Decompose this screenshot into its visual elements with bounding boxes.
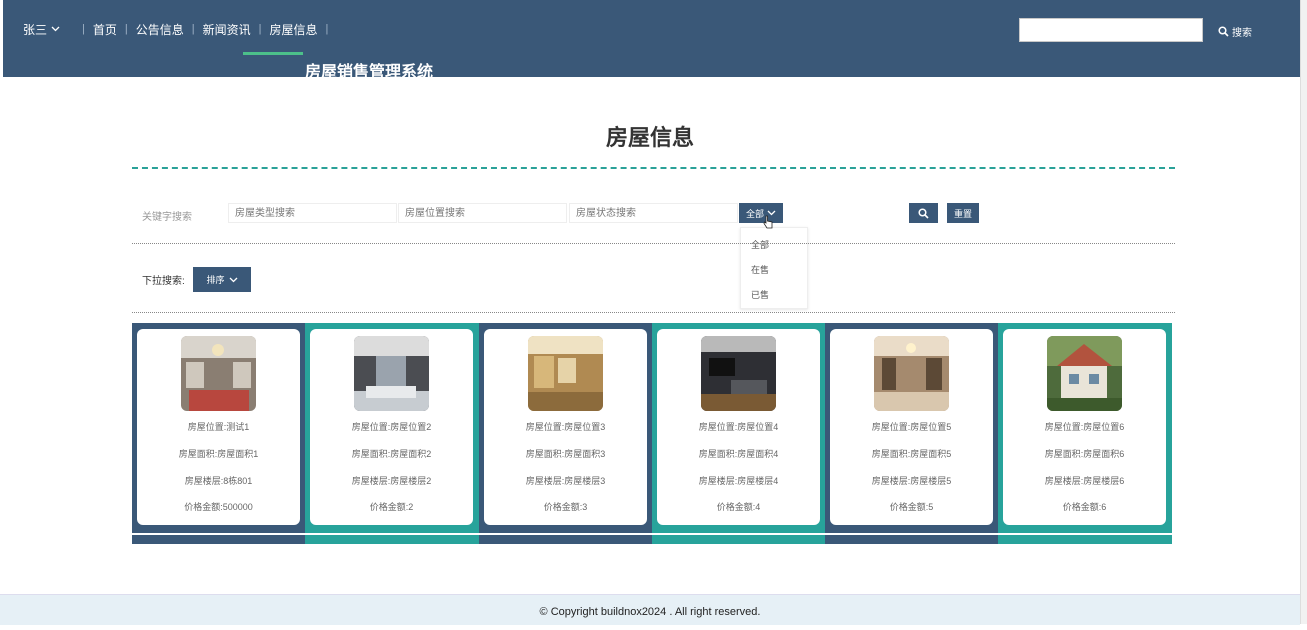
status-option-all[interactable]: 全部 xyxy=(751,238,769,251)
scrollbar[interactable] xyxy=(1300,0,1307,624)
house-price: 价格金额:6 xyxy=(1062,502,1107,512)
search-icon xyxy=(918,207,929,219)
nav-separator: | xyxy=(191,23,195,35)
house-card-body: 房屋位置:房屋位置4 房屋面积:房屋面积4 房屋楼层:房屋楼层4 价格金额:4 xyxy=(657,329,820,525)
house-grid-row-2 xyxy=(132,535,1172,544)
house-card[interactable]: 房屋位置:测试1 房屋面积:房屋面积1 房屋楼层:8栋801 价格金额:5000… xyxy=(132,323,306,533)
house-photo[interactable] xyxy=(874,336,949,411)
status-dropdown-menu: 全部 在售 已售 xyxy=(740,227,808,309)
house-card[interactable]: 房屋位置:房屋位置3 房屋面积:房屋面积3 房屋楼层:房屋楼层3 价格金额:3 xyxy=(479,323,653,533)
house-card[interactable]: 房屋位置:房屋位置5 房屋面积:房屋面积5 房屋楼层:房屋楼层5 价格金额:5 xyxy=(825,323,999,533)
house-location: 房屋位置:房屋位置5 xyxy=(871,422,952,432)
search-button[interactable] xyxy=(909,203,938,223)
status-select[interactable]: 全部 xyxy=(739,203,783,223)
page-title: 房屋信息 xyxy=(605,125,694,150)
sort-button-label: 排序 xyxy=(206,275,225,285)
keyword-search-label: 关键字搜索 xyxy=(142,212,192,223)
house-photo[interactable] xyxy=(701,336,776,411)
house-location: 房屋位置:房屋位置4 xyxy=(698,422,779,432)
user-menu[interactable]: 张三 xyxy=(23,21,60,38)
reset-button[interactable]: 重置 xyxy=(947,203,979,223)
house-card-body: 房屋位置:房屋位置3 房屋面积:房屋面积3 房屋楼层:房屋楼层3 价格金额:3 xyxy=(484,329,647,525)
nav-item-home[interactable]: 首页 xyxy=(93,21,117,38)
house-floor: 房屋楼层:房屋楼层5 xyxy=(871,476,952,486)
type-search-input[interactable]: 房屋类型搜索 xyxy=(228,203,397,223)
house-card-body: 房屋位置:测试1 房屋面积:房屋面积1 房屋楼层:8栋801 价格金额:5000… xyxy=(137,329,300,525)
house-card-body: 房屋位置:房屋位置5 房屋面积:房屋面积5 房屋楼层:房屋楼层5 价格金额:5 xyxy=(830,329,993,525)
house-area: 房屋面积:房屋面积6 xyxy=(1044,449,1125,459)
house-area: 房屋面积:房屋面积3 xyxy=(525,449,606,459)
nav-separator: | xyxy=(258,23,262,35)
nav-item-houses[interactable]: 房屋信息 xyxy=(270,21,318,38)
user-name: 张三 xyxy=(23,22,48,37)
house-floor: 房屋楼层:房屋楼层4 xyxy=(698,476,779,486)
house-area: 房屋面积:房屋面积1 xyxy=(178,449,259,459)
copyright-text: © Copyright buildnox2024 . All right res… xyxy=(539,606,761,618)
sort-button[interactable]: 排序 xyxy=(193,267,251,292)
divider xyxy=(132,243,1175,244)
house-photo[interactable] xyxy=(1047,336,1122,411)
status-option-sold[interactable]: 已售 xyxy=(751,288,769,301)
location-search-input[interactable]: 房屋位置搜索 xyxy=(398,203,567,223)
nav-active-indicator xyxy=(243,52,303,55)
site-brand: 房屋销售管理系统 xyxy=(305,64,434,81)
house-price: 价格金额:3 xyxy=(543,502,588,512)
hand-cursor-icon xyxy=(763,215,773,229)
nav-item-notices[interactable]: 公告信息 xyxy=(136,21,184,38)
house-location: 房屋位置:测试1 xyxy=(187,422,250,432)
house-location: 房屋位置:房屋位置6 xyxy=(1044,422,1125,432)
chevron-down-icon xyxy=(229,277,237,282)
house-photo[interactable] xyxy=(528,336,603,411)
nav-separator: | xyxy=(124,23,128,35)
house-card-body: 房屋位置:房屋位置6 房屋面积:房屋面积6 房屋楼层:房屋楼层6 价格金额:6 xyxy=(1003,329,1166,525)
site-search-input[interactable] xyxy=(1019,18,1203,42)
house-location: 房屋位置:房屋位置2 xyxy=(351,422,432,432)
status-search-input[interactable]: 房屋状态搜索 xyxy=(569,203,738,223)
house-card-partial[interactable] xyxy=(825,535,999,544)
house-floor: 房屋楼层:房屋楼层6 xyxy=(1044,476,1125,486)
house-price: 价格金额:2 xyxy=(369,502,414,512)
status-option-on-sale[interactable]: 在售 xyxy=(751,263,769,276)
main-nav: 张三 | 首页 | 公告信息 | 新闻资讯 | 房屋信息 | xyxy=(23,20,336,38)
house-card-partial[interactable] xyxy=(132,535,306,544)
site-search-button[interactable]: 搜索 xyxy=(1218,24,1252,39)
house-card[interactable]: 房屋位置:房屋位置6 房屋面积:房屋面积6 房屋楼层:房屋楼层6 价格金额:6 xyxy=(998,323,1172,533)
house-price: 价格金额:500000 xyxy=(184,502,253,512)
nav-item-news[interactable]: 新闻资讯 xyxy=(203,21,251,38)
search-icon xyxy=(1218,26,1229,37)
status-select-value: 全部 xyxy=(745,208,764,219)
footer: © Copyright buildnox2024 . All right res… xyxy=(0,594,1300,625)
house-floor: 房屋楼层:房屋楼层3 xyxy=(525,476,606,486)
house-grid: 房屋位置:测试1 房屋面积:房屋面积1 房屋楼层:8栋801 价格金额:5000… xyxy=(132,323,1172,544)
house-card-partial[interactable] xyxy=(998,535,1172,544)
divider xyxy=(132,312,1175,313)
house-price: 价格金额:5 xyxy=(889,502,934,512)
house-price: 价格金额:4 xyxy=(716,502,761,512)
house-photo[interactable] xyxy=(354,336,429,411)
house-card-partial[interactable] xyxy=(652,535,826,544)
nav-separator: | xyxy=(325,23,329,35)
house-card-partial[interactable] xyxy=(479,535,653,544)
house-floor: 房屋楼层:房屋楼层2 xyxy=(351,476,432,486)
top-navbar: 张三 | 首页 | 公告信息 | 新闻资讯 | 房屋信息 | 房屋销售管理系统 … xyxy=(3,0,1307,81)
house-location: 房屋位置:房屋位置3 xyxy=(525,422,606,432)
house-card[interactable]: 房屋位置:房屋位置2 房屋面积:房屋面积2 房屋楼层:房屋楼层2 价格金额:2 xyxy=(305,323,479,533)
chevron-down-icon xyxy=(51,26,60,32)
house-area: 房屋面积:房屋面积2 xyxy=(351,449,432,459)
house-card-partial[interactable] xyxy=(305,535,479,544)
house-card[interactable]: 房屋位置:房屋位置4 房屋面积:房屋面积4 房屋楼层:房屋楼层4 价格金额:4 xyxy=(652,323,826,533)
house-area: 房屋面积:房屋面积4 xyxy=(698,449,779,459)
house-photo[interactable] xyxy=(181,336,256,411)
site-search-label: 搜索 xyxy=(1232,28,1252,39)
house-card-body: 房屋位置:房屋位置2 房屋面积:房屋面积2 房屋楼层:房屋楼层2 价格金额:2 xyxy=(310,329,473,525)
title-divider xyxy=(132,167,1175,169)
sort-label: 下拉搜索: xyxy=(142,276,185,287)
house-area: 房屋面积:房屋面积5 xyxy=(871,449,952,459)
nav-separator: | xyxy=(82,23,85,35)
house-floor: 房屋楼层:8栋801 xyxy=(184,476,253,486)
